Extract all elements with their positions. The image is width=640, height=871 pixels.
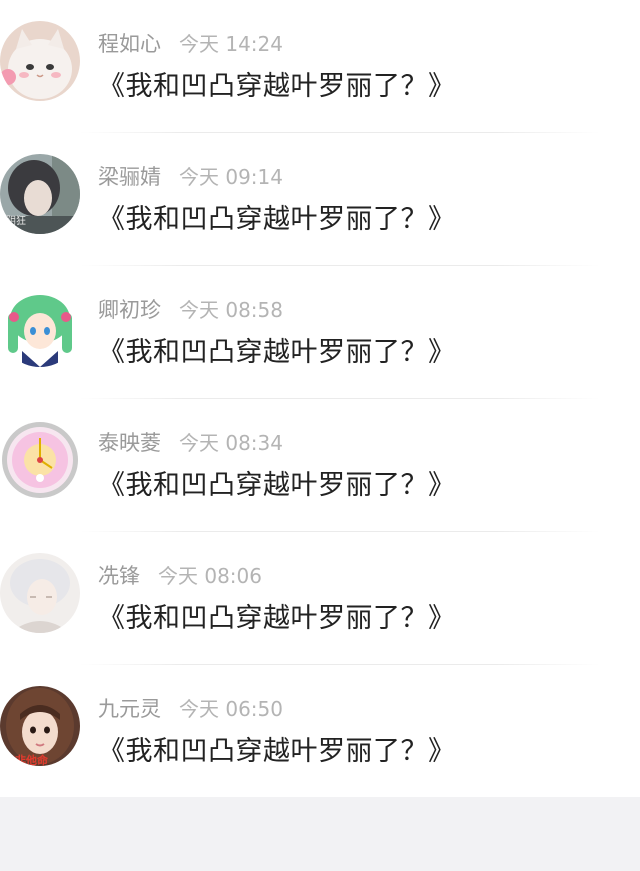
sender-name[interactable]: 冼锋 — [98, 564, 140, 588]
sender-name[interactable]: 程如心 — [98, 32, 161, 56]
avatar-caption: 阴狂 — [6, 216, 26, 227]
message-time: 今天 08:06 — [158, 564, 262, 588]
message-title[interactable]: 《我和凹凸穿越叶罗丽了？》 — [98, 330, 456, 369]
avatar-caption: 安非他命 — [4, 754, 48, 766]
short-hair-girl-avatar[interactable]: 阴狂 — [0, 154, 80, 234]
list-item[interactable]: 安非他命 九元灵 今天 06:50 《我和凹凸穿越叶罗丽了？》 — [0, 665, 640, 798]
sender-name[interactable]: 卿初珍 — [98, 298, 161, 322]
sender-name[interactable]: 泰映菱 — [98, 431, 161, 455]
list-item[interactable]: 卿初珍 今天 08:58 《我和凹凸穿越叶罗丽了？》 — [0, 266, 640, 399]
pink-clock-avatar[interactable] — [0, 420, 80, 500]
white-cat-avatar[interactable] — [0, 21, 80, 101]
message-title[interactable]: 《我和凹凸穿越叶罗丽了？》 — [98, 64, 456, 103]
message-time: 今天 08:58 — [179, 298, 283, 322]
message-time: 今天 09:14 — [179, 165, 283, 189]
list-item[interactable]: 程如心 今天 14:24 《我和凹凸穿越叶罗丽了？》 — [0, 0, 640, 133]
sender-name[interactable]: 九元灵 — [98, 697, 161, 721]
brown-hair-girl-avatar[interactable]: 安非他命 — [0, 686, 80, 766]
message-title[interactable]: 《我和凹凸穿越叶罗丽了？》 — [98, 463, 456, 502]
message-title[interactable]: 《我和凹凸穿越叶罗丽了？》 — [98, 729, 456, 768]
message-time: 今天 08:34 — [179, 431, 283, 455]
message-title[interactable]: 《我和凹凸穿越叶罗丽了？》 — [98, 197, 456, 236]
list-footer — [0, 797, 640, 871]
message-list: 程如心 今天 14:24 《我和凹凸穿越叶罗丽了？》 阴狂 梁骊婧 今天 09:14… — [0, 0, 640, 797]
sender-name[interactable]: 梁骊婧 — [98, 165, 161, 189]
message-time: 今天 06:50 — [179, 697, 283, 721]
list-item[interactable]: 泰映菱 今天 08:34 《我和凹凸穿越叶罗丽了？》 — [0, 399, 640, 532]
message-title[interactable]: 《我和凹凸穿越叶罗丽了？》 — [98, 596, 456, 635]
list-item[interactable]: 冼锋 今天 08:06 《我和凹凸穿越叶罗丽了？》 — [0, 532, 640, 665]
white-hair-anime-boy-avatar[interactable] — [0, 553, 80, 633]
list-item[interactable]: 阴狂 梁骊婧 今天 09:14 《我和凹凸穿越叶罗丽了？》 — [0, 133, 640, 266]
green-hair-anime-girl-avatar[interactable] — [0, 287, 80, 367]
message-time: 今天 14:24 — [179, 32, 283, 56]
